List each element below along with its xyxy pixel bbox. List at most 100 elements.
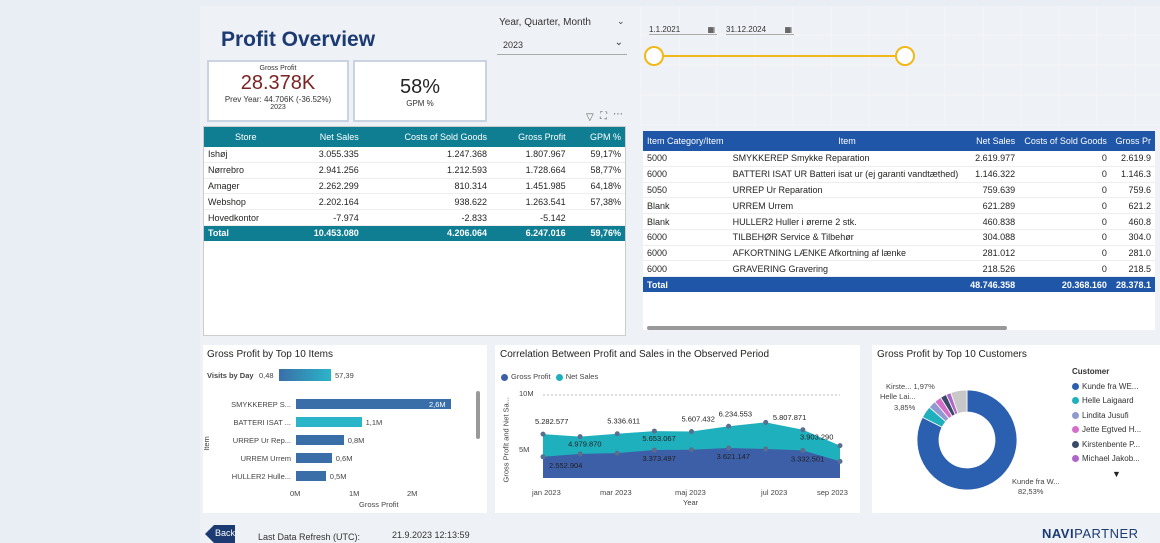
legend-item[interactable]: Helle Laigaard [1072,396,1141,405]
table-cell: 3.055.335 [287,147,363,163]
table-cell: 1.212.593 [362,162,492,179]
legend-label: Lindita Jusufi [1082,410,1129,420]
table-row[interactable]: 5000 SMYKKEREP Smykke Reparation 2.619.977… [643,151,1155,167]
net-sales-point[interactable] [800,427,806,433]
column-header[interactable]: Item [728,131,966,151]
vertical-scrollbar[interactable] [476,391,480,439]
column-header[interactable]: Item Category/Item [643,131,729,151]
gross-profit-point[interactable] [651,447,657,453]
total-row: Total 10.453.080 4.206.064 6.247.016 59,76% [204,225,625,241]
calendar-icon[interactable]: ▦ [784,25,792,34]
table-cell: Blank [643,213,729,230]
chevron-down-icon[interactable]: ⌄ [617,16,625,27]
net-sales-point[interactable] [614,431,620,437]
table-cell: 2.941.256 [287,162,363,179]
bar[interactable] [296,399,451,409]
net-sales-point[interactable] [837,443,843,449]
table-cell: 58,77% [569,162,625,179]
date-slider-start-handle[interactable] [644,46,664,66]
legend-item[interactable]: Michael Jakob... [1072,454,1141,463]
page-title: Profit Overview [221,28,376,51]
legend-swatch [1072,382,1079,390]
net-sales-point[interactable] [540,431,546,437]
bar-value-label: 0,5M [329,472,347,481]
visits-slider[interactable] [279,369,331,381]
table-cell: 1.247.368 [362,147,492,163]
table-row[interactable]: Blank URREM Urrem 621.289 0 621.2 [643,197,1155,215]
gross-profit-point[interactable] [726,445,732,451]
column-header[interactable]: Net Sales [965,131,1020,151]
background-decoration [640,6,1160,126]
bar-value-label: 1,1M [365,418,383,427]
bar[interactable] [296,435,344,445]
period-dropdown[interactable]: 2023 ⌄ [497,36,627,55]
total-row: Total 48.746.358 20.368.160 28.378.1 [643,276,1155,293]
net-sales-point[interactable] [726,423,732,429]
table-row[interactable]: 5050 URREP Ur Reparation 759.639 0 759.6 [643,182,1155,199]
legend-item[interactable]: Kunde fra WE... [1072,382,1141,391]
bar-category-label: URREM Urrem [240,454,291,463]
bar[interactable] [296,471,326,481]
calendar-icon[interactable]: ▦ [707,25,715,34]
table-cell: 2.619.977 [965,151,1020,167]
legend-item[interactable]: Lindita Jusufi [1072,411,1141,420]
bar[interactable] [296,417,362,427]
table-cell: 59,17% [569,147,625,163]
x-tick: sep 2023 [817,488,848,497]
table-row[interactable]: 6000 BATTERI ISAT UR Batteri isat ur (ej … [643,166,1155,183]
net-sales-point[interactable] [689,428,694,434]
table-cell: HULLER2 Huller i ørerne 2 stk. [728,213,966,230]
focus-mode-icon[interactable]: ⛶ [600,111,607,122]
column-header[interactable]: Net Sales [287,127,363,147]
table-row[interactable]: 6000 AFKORTNING LÆNKE Afkortning af lænke… [643,245,1155,262]
filter-icon[interactable]: ▽ [586,112,594,123]
net-sales-point[interactable] [763,419,769,425]
gross-profit-point[interactable] [689,447,694,453]
column-header[interactable]: Gross Pr [1110,131,1155,151]
table-row[interactable]: Nørrebro 2.941.256 1.212.593 1.728.664 58,77… [204,162,625,179]
period-slicer-label: Year, Quarter, Month [499,17,591,28]
chevron-down-icon[interactable]: ▼ [1112,469,1141,479]
bar-value-label: 0,8M [347,436,365,445]
horizontal-scrollbar[interactable] [647,326,1007,330]
table-row[interactable]: 6000 TILBEHØR Service & Tilbehør 304.088 0 3… [643,229,1155,246]
table-cell: 1.146.3 [1110,166,1155,183]
gross-profit-point[interactable] [540,454,546,460]
gross-profit-point[interactable] [837,458,843,464]
table-cell: 0 [1019,245,1111,262]
table-row[interactable]: Hovedkontor -7.974 -2.833 -5.142 [204,209,625,226]
column-header[interactable]: Costs of Sold Goods [362,127,492,147]
column-header[interactable]: Costs of Sold Goods [1019,131,1111,151]
date-slider-track[interactable] [652,55,906,57]
start-date-input[interactable]: 1.1.2021 ▦ [649,25,717,35]
table-cell: URREP Ur Reparation [728,182,966,199]
column-header[interactable]: GPM % [569,127,625,147]
table-cell: 0 [1019,197,1111,215]
gross-profit-point[interactable] [577,451,583,457]
net-sales-point[interactable] [577,434,583,440]
table-cell: 0 [1019,151,1111,167]
legend-swatch [1072,411,1079,419]
table-cell: 304.0 [1110,229,1155,246]
more-options-icon[interactable]: ⋯ [613,109,623,120]
table-cell: Hovedkontor [204,209,288,226]
bar[interactable] [296,453,332,463]
gross-profit-point[interactable] [763,446,769,452]
table-row[interactable]: Webshop 2.202.164 938.622 1.263.541 57,38% [204,193,625,211]
table-row[interactable]: Blank HULLER2 Huller i ørerne 2 stk. 460.8… [643,213,1155,230]
column-header[interactable]: Gross Profit [491,127,570,147]
table-row[interactable]: 6000 GRAVERING Gravering 218.526 0 218.5 [643,260,1155,278]
table-row[interactable]: Amager 2.262.299 810.314 1.451.985 64,18% [204,178,625,195]
date-slider-end-handle[interactable] [895,46,915,66]
table-row[interactable]: Ishøj 3.055.335 1.247.368 1.807.967 59,17% [204,147,625,163]
table-cell: 64,18% [569,178,625,195]
column-header[interactable]: Store [204,127,288,147]
legend-item[interactable]: Jette Egtved H... [1072,425,1141,434]
end-date-input[interactable]: 31.12.2024 ▦ [726,25,794,35]
refresh-value: 21.9.2023 12:13:59 [392,530,470,540]
legend-item[interactable]: Kirstenbente P... [1072,440,1141,449]
gross-profit-point[interactable] [614,450,620,456]
table-cell: 218.5 [1110,260,1155,278]
gross-profit-point[interactable] [800,447,806,453]
net-sales-point[interactable] [651,428,657,434]
